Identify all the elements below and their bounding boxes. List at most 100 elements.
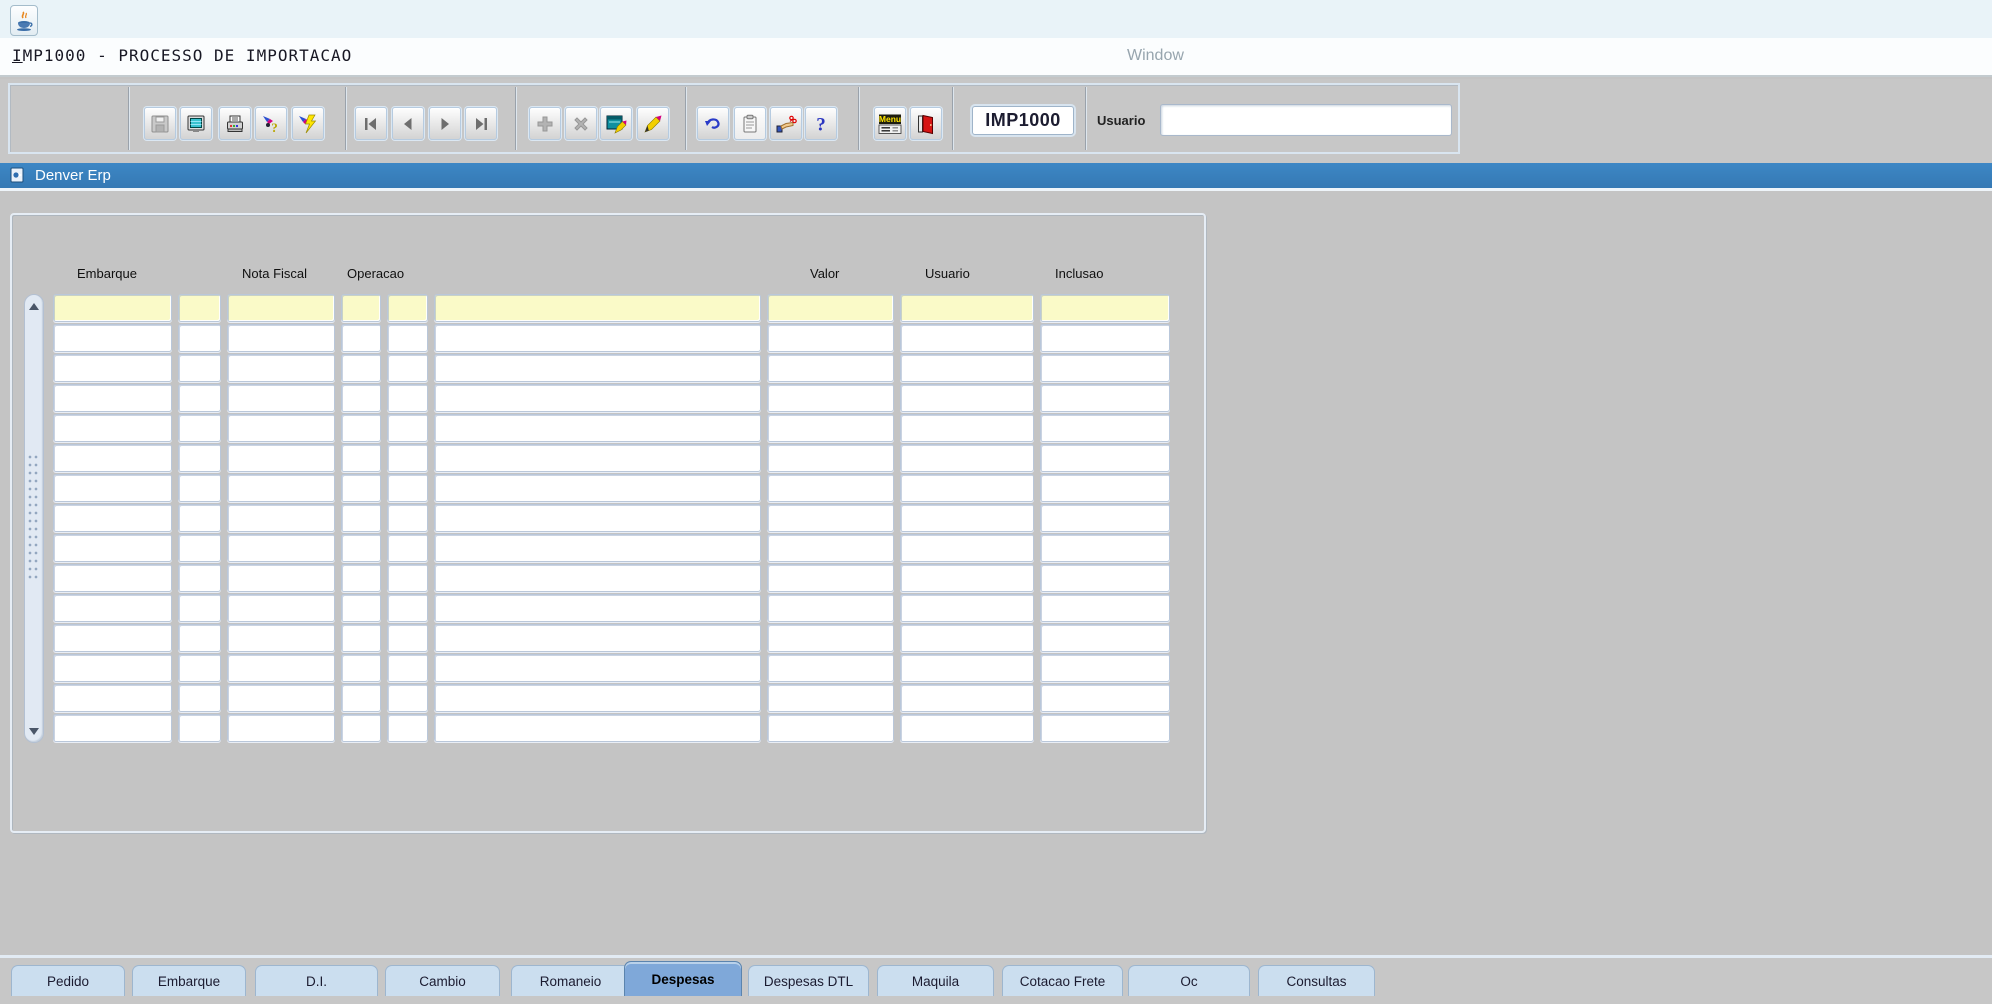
grid-cell[interactable]: [53, 714, 172, 742]
previous-record-button[interactable]: [392, 107, 424, 140]
grid-cell[interactable]: [227, 564, 335, 592]
grid-cell[interactable]: [178, 624, 221, 652]
list-values-button[interactable]: [770, 107, 802, 140]
grid-cell[interactable]: [900, 594, 1034, 622]
grid-cell[interactable]: [178, 534, 221, 562]
grid-cell[interactable]: [900, 444, 1034, 472]
java-app-button[interactable]: [10, 5, 38, 36]
tab-cambio[interactable]: Cambio: [385, 965, 500, 996]
grid-cell[interactable]: [341, 444, 381, 472]
save-button[interactable]: [144, 107, 176, 140]
grid-cell[interactable]: [1040, 624, 1170, 652]
menu-item-module-title[interactable]: IMP1000 - PROCESSO DE IMPORTACAO: [12, 46, 352, 65]
grid-cell[interactable]: [227, 474, 335, 502]
edit-field-button[interactable]: [637, 107, 669, 140]
grid-cell[interactable]: [387, 444, 428, 472]
grid-cell[interactable]: [341, 414, 381, 442]
grid-cell[interactable]: [900, 684, 1034, 712]
grid-cell[interactable]: [900, 474, 1034, 502]
grid-cell[interactable]: [227, 594, 335, 622]
exit-button[interactable]: [910, 107, 942, 140]
undo-button[interactable]: [697, 107, 729, 140]
grid-cell[interactable]: [227, 294, 335, 322]
grid-cell[interactable]: [767, 384, 894, 412]
grid-cell[interactable]: [767, 534, 894, 562]
grid-cell[interactable]: [53, 354, 172, 382]
grid-cell[interactable]: [227, 684, 335, 712]
grid-cell[interactable]: [53, 684, 172, 712]
tab-despesas[interactable]: Despesas: [624, 961, 742, 996]
enter-query-button[interactable]: ?: [255, 107, 287, 140]
grid-cell[interactable]: [387, 534, 428, 562]
grid-cell[interactable]: [434, 384, 761, 412]
grid-cell[interactable]: [900, 564, 1034, 592]
grid-cell[interactable]: [767, 474, 894, 502]
grid-cell[interactable]: [767, 654, 894, 682]
grid-cell[interactable]: [227, 534, 335, 562]
tab-romaneio[interactable]: Romaneio: [511, 965, 630, 996]
window-titlebar[interactable]: Denver Erp: [0, 163, 1992, 191]
grid-cell[interactable]: [53, 624, 172, 652]
usuario-input[interactable]: [1160, 104, 1452, 136]
grid-cell[interactable]: [178, 594, 221, 622]
grid-cell[interactable]: [387, 384, 428, 412]
grid-cell[interactable]: [434, 504, 761, 532]
grid-cell[interactable]: [53, 324, 172, 352]
tab-consultas[interactable]: Consultas: [1258, 965, 1375, 996]
grid-cell[interactable]: [767, 414, 894, 442]
grid-cell[interactable]: [434, 324, 761, 352]
last-record-button[interactable]: [465, 107, 497, 140]
grid-cell[interactable]: [767, 444, 894, 472]
grid-cell[interactable]: [387, 474, 428, 502]
delete-record-button[interactable]: [565, 107, 597, 140]
grid-cell[interactable]: [1040, 684, 1170, 712]
grid-cell[interactable]: [387, 594, 428, 622]
grid-cell[interactable]: [767, 354, 894, 382]
grid-cell[interactable]: [53, 294, 172, 322]
grid-cell[interactable]: [341, 534, 381, 562]
grid-cell[interactable]: [387, 624, 428, 652]
grid-cell[interactable]: [900, 714, 1034, 742]
grid-cell[interactable]: [341, 294, 381, 322]
grid-cell[interactable]: [387, 324, 428, 352]
grid-cell[interactable]: [434, 414, 761, 442]
grid-cell[interactable]: [900, 384, 1034, 412]
grid-cell[interactable]: [178, 684, 221, 712]
grid-cell[interactable]: [900, 534, 1034, 562]
grid-cell[interactable]: [434, 474, 761, 502]
grid-cell[interactable]: [767, 714, 894, 742]
grid-cell[interactable]: [341, 654, 381, 682]
grid-cell[interactable]: [434, 354, 761, 382]
display-button[interactable]: [180, 107, 212, 140]
grid-cell[interactable]: [53, 504, 172, 532]
grid-cell[interactable]: [387, 564, 428, 592]
grid-cell[interactable]: [227, 624, 335, 652]
grid-cell[interactable]: [178, 474, 221, 502]
grid-cell[interactable]: [1040, 504, 1170, 532]
grid-cell[interactable]: [767, 294, 894, 322]
grid-cell[interactable]: [767, 564, 894, 592]
next-record-button[interactable]: [429, 107, 461, 140]
grid-cell[interactable]: [341, 474, 381, 502]
grid-cell[interactable]: [434, 714, 761, 742]
print-button[interactable]: [219, 107, 251, 140]
tab-oc[interactable]: Oc: [1128, 965, 1250, 996]
grid-cell[interactable]: [227, 414, 335, 442]
grid-cell[interactable]: [227, 504, 335, 532]
grid-cell[interactable]: [341, 624, 381, 652]
grid-cell[interactable]: [1040, 714, 1170, 742]
grid-cell[interactable]: [434, 564, 761, 592]
grid-cell[interactable]: [434, 294, 761, 322]
grid-cell[interactable]: [1040, 534, 1170, 562]
insert-record-button[interactable]: [529, 107, 561, 140]
grid-cell[interactable]: [1040, 384, 1170, 412]
grid-cell[interactable]: [900, 354, 1034, 382]
tab-despesas-dtl[interactable]: Despesas DTL: [748, 965, 869, 996]
grid-cell[interactable]: [178, 294, 221, 322]
grid-cell[interactable]: [900, 414, 1034, 442]
clipboard-button[interactable]: [734, 107, 766, 140]
grid-cell[interactable]: [767, 324, 894, 352]
grid-cell[interactable]: [434, 534, 761, 562]
grid-cell[interactable]: [1040, 414, 1170, 442]
grid-cell[interactable]: [387, 654, 428, 682]
